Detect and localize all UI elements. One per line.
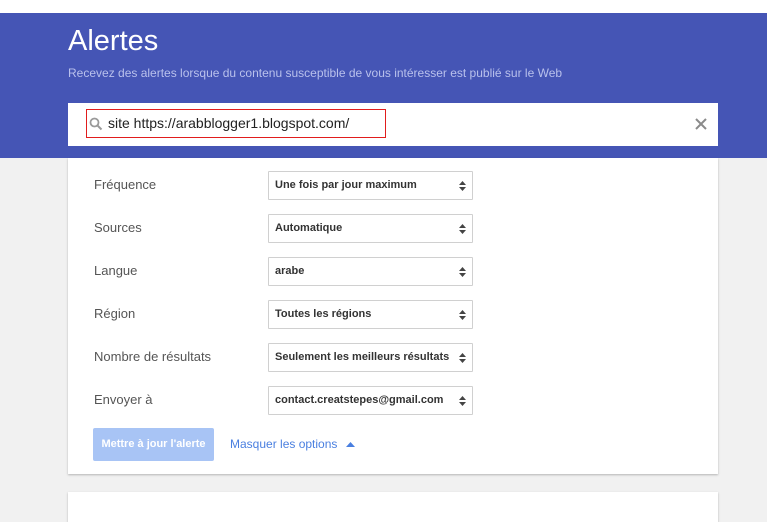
option-label: Envoyer à <box>94 392 153 407</box>
select-arrows-icon <box>459 224 466 234</box>
hide-options-link[interactable]: Masquer les options <box>230 437 337 451</box>
search-icon <box>89 117 103 131</box>
caret-up-icon[interactable] <box>346 442 355 447</box>
alert-query-bar: site https://arabblogger1.blogspot.com/ <box>68 103 718 146</box>
alert-options-panel: Fréquence Une fois par jour maximum Sour… <box>68 158 718 474</box>
option-label: Langue <box>94 263 138 278</box>
select-value: Une fois par jour maximum <box>275 179 417 191</box>
top-strip <box>0 0 767 13</box>
option-row-deliver-to: Envoyer à contact.creatstepes@gmail.com <box>68 386 718 415</box>
option-row-result-count: Nombre de résultats Seulement les meille… <box>68 343 718 372</box>
alert-query-text: site https://arabblogger1.blogspot.com/ <box>108 115 350 131</box>
page-title: Alertes <box>68 25 159 57</box>
language-select[interactable]: arabe <box>268 257 473 286</box>
select-value: Toutes les régions <box>275 308 372 320</box>
select-value: Automatique <box>275 222 343 234</box>
select-arrows-icon <box>459 396 466 406</box>
option-row-language: Langue arabe <box>68 257 718 286</box>
alert-query-input[interactable]: site https://arabblogger1.blogspot.com/ <box>86 109 386 138</box>
option-label: Sources <box>94 220 142 235</box>
option-label: Région <box>94 306 136 321</box>
page-subtitle: Recevez des alertes lorsque du contenu s… <box>68 66 563 80</box>
option-row-sources: Sources Automatique <box>68 214 718 243</box>
select-value: Seulement les meilleurs résultats <box>275 351 450 363</box>
deliver-to-select[interactable]: contact.creatstepes@gmail.com <box>268 386 473 415</box>
option-row-frequency: Fréquence Une fois par jour maximum <box>68 171 718 200</box>
option-label: Nombre de résultats <box>94 349 212 364</box>
sources-select[interactable]: Automatique <box>268 214 473 243</box>
option-row-region: Région Toutes les régions <box>68 300 718 329</box>
close-icon[interactable] <box>694 117 708 131</box>
select-arrows-icon <box>459 181 466 191</box>
option-label: Fréquence <box>94 177 157 192</box>
select-arrows-icon <box>459 310 466 320</box>
alerts-list-panel <box>68 492 718 522</box>
region-select[interactable]: Toutes les régions <box>268 300 473 329</box>
select-arrows-icon <box>459 267 466 277</box>
result-count-select[interactable]: Seulement les meilleurs résultats <box>268 343 473 372</box>
update-alert-label: Mettre à jour l'alerte <box>101 438 206 450</box>
select-arrows-icon <box>459 353 466 363</box>
select-value: contact.creatstepes@gmail.com <box>275 394 444 406</box>
frequency-select[interactable]: Une fois par jour maximum <box>268 171 473 200</box>
update-alert-button[interactable]: Mettre à jour l'alerte <box>93 428 214 461</box>
select-value: arabe <box>275 265 305 277</box>
